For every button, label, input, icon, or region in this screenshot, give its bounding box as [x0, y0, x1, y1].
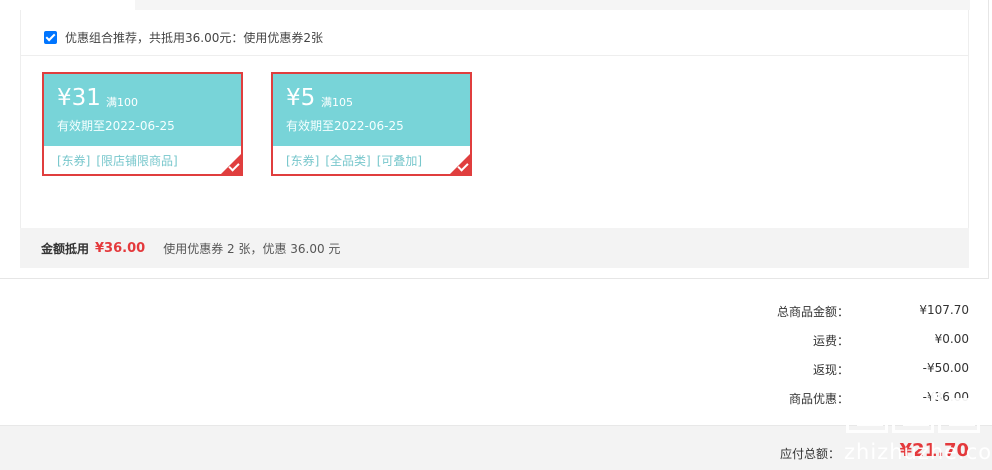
top-strip-right — [135, 0, 970, 10]
coupon-tag: [东券] — [57, 154, 91, 168]
deduction-value: ¥36.00 — [95, 240, 146, 256]
coupon-header: ¥5 满105 有效期至2022-06-25 — [273, 74, 470, 146]
watermark-logo: zhizhuzhe.com — [842, 385, 992, 470]
summary-label: 运费： — [812, 334, 849, 348]
coupon-header: ¥31 满100 有效期至2022-06-25 — [44, 74, 241, 146]
total-label: 应付总额： — [779, 447, 840, 461]
coupon-amount: ¥5 — [286, 85, 316, 111]
summary-label: 商品优惠： — [788, 392, 849, 406]
watermark-glyph-icon — [846, 385, 888, 433]
summary-row-shipping: 运费： ¥0.00 — [709, 332, 969, 350]
watermark-glyphs — [846, 385, 980, 433]
coupon-tag: [东券] — [286, 154, 320, 168]
coupon-tags: [东券] [限店铺限商品] — [57, 152, 184, 169]
watermark-glyph-icon — [938, 385, 980, 433]
summary-label: 返现： — [812, 363, 849, 377]
summary-row-subtotal: 总商品金额： ¥107.70 — [709, 303, 969, 321]
summary-value: -¥50.00 — [922, 361, 969, 375]
coupon-validity: 有效期至2022-06-25 — [286, 119, 404, 133]
coupon-tags: [东券] [全品类] [可叠加] — [286, 152, 428, 169]
coupon-condition: 满100 — [106, 96, 138, 109]
top-strip-left — [20, 0, 135, 10]
coupon-amount: ¥31 — [57, 85, 101, 111]
summary-row-cashback: 返现： -¥50.00 — [709, 361, 969, 379]
top-strip — [0, 0, 970, 10]
watermark-glyph-icon — [892, 385, 934, 433]
coupon-tag: [全品类] — [325, 154, 371, 168]
recommendation-checkbox[interactable] — [44, 30, 57, 44]
coupon-card[interactable]: ¥5 满105 有效期至2022-06-25 [东券] [全品类] [可叠加] — [271, 72, 472, 176]
coupon-tag: [可叠加] — [376, 154, 423, 168]
deduction-note: 使用优惠券 2 张，优惠 36.00 元 — [163, 241, 341, 256]
coupon-validity: 有效期至2022-06-25 — [57, 119, 175, 133]
summary-value: ¥107.70 — [919, 303, 969, 317]
recommendation-text: 优惠组合推荐，共抵用36.00元：使用优惠券2张 — [65, 30, 323, 45]
deduction-bar: 金额抵用 ¥36.00 使用优惠券 2 张，优惠 36.00 元 — [20, 228, 969, 268]
coupon-card[interactable]: ¥31 满100 有效期至2022-06-25 [东券] [限店铺限商品] — [42, 72, 243, 176]
watermark-text: zhizhuzhe.com — [844, 440, 992, 464]
summary-value: ¥0.00 — [934, 332, 969, 346]
divider — [20, 55, 969, 56]
coupon-tag: [限店铺限商品] — [96, 154, 178, 168]
recommendation-row: 优惠组合推荐，共抵用36.00元：使用优惠券2张 — [44, 28, 323, 46]
summary-label: 总商品金额： — [776, 305, 849, 319]
deduction-label: 金额抵用 — [41, 241, 90, 256]
panel-border — [988, 0, 989, 278]
coupon-condition: 满105 — [321, 96, 353, 109]
section-divider — [0, 278, 989, 279]
